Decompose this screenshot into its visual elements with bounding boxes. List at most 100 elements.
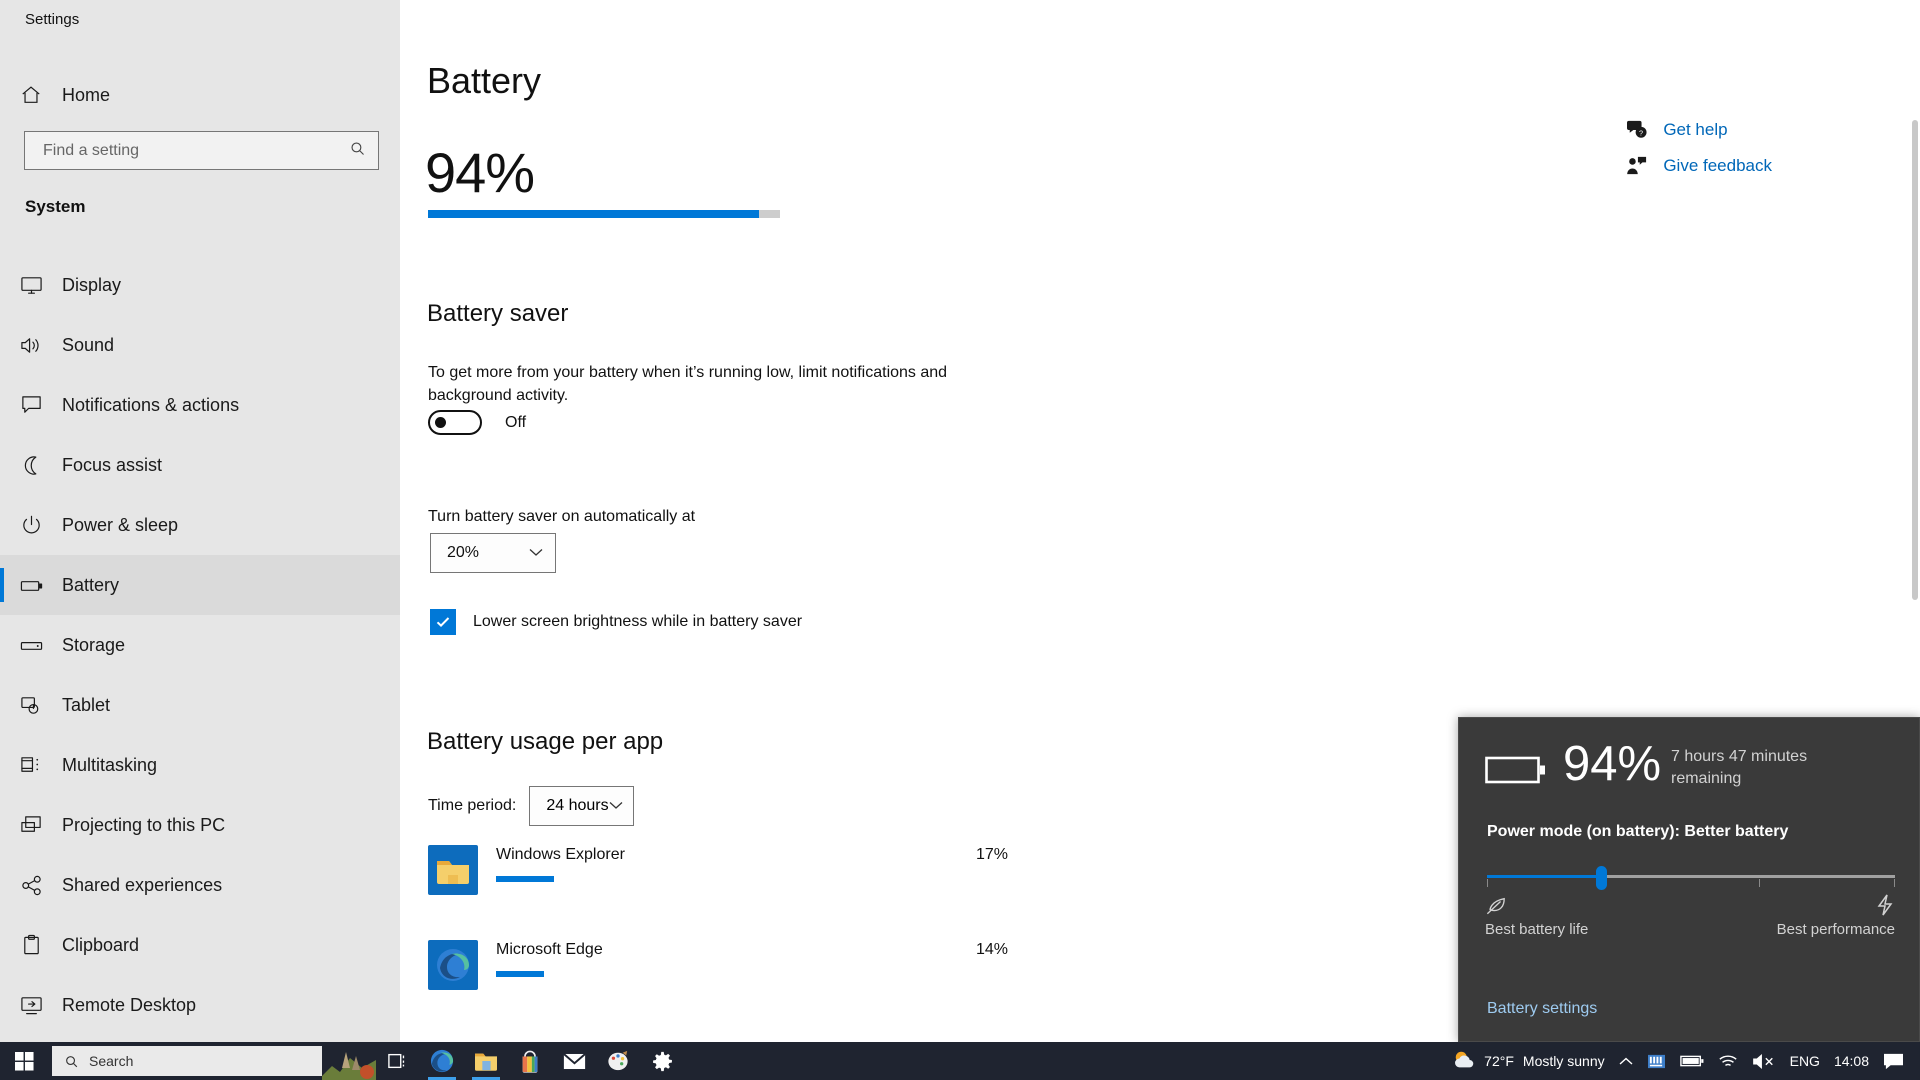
search-icon: [349, 140, 366, 162]
taskbar-file-explorer[interactable]: [464, 1042, 508, 1080]
settings-window: Settings Home Find a setting System Disp…: [0, 0, 1920, 1080]
moon-icon: [0, 454, 62, 477]
sidebar-item-focus-assist[interactable]: Focus assist: [0, 435, 400, 495]
sidebar-item-storage[interactable]: Storage: [0, 615, 400, 675]
search-input[interactable]: Find a setting: [24, 131, 379, 170]
sidebar-item-label: Remote Desktop: [62, 994, 197, 1015]
onedrive-icon[interactable]: [1640, 1042, 1673, 1080]
lower-brightness-label: Lower screen brightness while in battery…: [473, 613, 803, 630]
language-indicator[interactable]: ENG: [1783, 1042, 1827, 1080]
time-period-dropdown[interactable]: 24 hours: [529, 786, 634, 826]
battery-flyout: 94% 7 hours 47 minutes remaining Power m…: [1458, 717, 1920, 1042]
slider-tick: [1759, 879, 1760, 887]
get-help-link[interactable]: ? Get help: [1619, 120, 1772, 140]
sidebar-item-shared-experiences[interactable]: Shared experiences: [0, 855, 400, 915]
language-label: ENG: [1789, 1053, 1820, 1069]
tablet-touch-icon: [0, 694, 62, 717]
system-tray: 72°F Mostly sunny ENG 14:08: [1445, 1042, 1920, 1080]
page-title: Battery: [427, 60, 542, 101]
give-feedback-label: Give feedback: [1663, 156, 1772, 175]
sidebar-item-label: Power & sleep: [62, 514, 179, 535]
sidebar-item-label: Focus assist: [62, 454, 163, 475]
battery-usage-heading: Battery usage per app: [427, 728, 664, 755]
taskbar-microsoft-store[interactable]: [508, 1042, 552, 1080]
time-period-label: Time period:: [428, 797, 517, 814]
sidebar-item-label: Projecting to this PC: [62, 814, 226, 835]
sidebar-item-notifications-actions[interactable]: Notifications & actions: [0, 375, 400, 435]
wifi-icon[interactable]: [1711, 1042, 1745, 1080]
slider-tick: [1487, 879, 1488, 887]
battery-percent-label: 94%: [425, 141, 535, 204]
battery-full-icon: [1485, 753, 1547, 792]
auto-threshold-dropdown[interactable]: 20%: [430, 533, 556, 573]
leaf-icon: [1485, 896, 1507, 921]
battery-tray-icon[interactable]: [1673, 1042, 1711, 1080]
give-feedback-link[interactable]: Give feedback: [1619, 156, 1772, 176]
app-usage-bar: [496, 876, 554, 882]
search-placeholder: Find a setting: [43, 141, 140, 159]
lightning-icon: [1875, 894, 1895, 921]
taskbar-wallpaper-peek: [322, 1042, 376, 1080]
battery-saver-toggle[interactable]: [428, 410, 482, 435]
sidebar-item-multitasking[interactable]: Multitasking: [0, 735, 400, 795]
sun-cloud-icon: [1452, 1049, 1476, 1074]
task-view-button[interactable]: [376, 1042, 420, 1080]
slider-fill: [1487, 875, 1602, 878]
taskbar-search-placeholder: Search: [89, 1053, 134, 1069]
taskbar-mail[interactable]: [552, 1042, 596, 1080]
slider-left-label: Best battery life: [1485, 921, 1589, 938]
monitor-icon: [0, 274, 62, 297]
battery-icon: [0, 574, 62, 597]
sidebar-item-label: Notifications & actions: [62, 394, 240, 415]
battery-settings-link[interactable]: Battery settings: [1487, 1000, 1597, 1018]
taskbar-search-input[interactable]: Search: [52, 1046, 322, 1076]
windows-start-icon[interactable]: [0, 1042, 48, 1080]
sidebar-item-clipboard[interactable]: Clipboard: [0, 915, 400, 975]
sidebar-nav: Display Sound Notifications & actions Focus…: [0, 255, 400, 1035]
slider-tick: [1894, 879, 1895, 887]
clock[interactable]: 14:08: [1827, 1042, 1876, 1080]
sidebar-item-home[interactable]: Home: [0, 72, 400, 118]
search-icon: [64, 1054, 79, 1069]
scrollbar-thumb[interactable]: [1912, 120, 1918, 600]
power-mode-slider[interactable]: [1487, 866, 1895, 890]
app-usage-row[interactable]: Windows Explorer 17%: [428, 845, 1008, 915]
lower-brightness-checkbox[interactable]: [430, 609, 456, 635]
app-usage-row[interactable]: Microsoft Edge 14%: [428, 940, 1008, 1010]
taskbar-paint[interactable]: [596, 1042, 640, 1080]
time-period-value: 24 hours: [546, 797, 609, 814]
edge-app-icon: [428, 940, 478, 990]
sidebar-item-label: Multitasking: [62, 754, 158, 775]
sidebar-section-header: System: [25, 197, 86, 216]
auto-threshold-label: Turn battery saver on automatically at: [428, 508, 696, 525]
chevron-down-icon: [609, 797, 623, 815]
toggle-knob: [435, 417, 446, 428]
show-hidden-icons-button[interactable]: [1612, 1042, 1640, 1080]
remote-desktop-icon: [0, 994, 62, 1017]
sidebar-item-label: Tablet: [62, 694, 111, 715]
power-icon: [0, 514, 62, 537]
taskbar-microsoft-edge[interactable]: [420, 1042, 464, 1080]
battery-saver-description: To get more from your battery when it’s …: [428, 364, 948, 405]
sidebar-item-label: Storage: [62, 634, 126, 655]
action-center-button[interactable]: [1876, 1042, 1920, 1080]
lower-brightness-row[interactable]: Lower screen brightness while in battery…: [430, 609, 802, 635]
sidebar-item-label: Battery: [62, 574, 120, 595]
volume-muted-icon[interactable]: [1745, 1042, 1783, 1080]
sidebar-item-tablet[interactable]: Tablet: [0, 675, 400, 735]
sidebar-item-display[interactable]: Display: [0, 255, 400, 315]
slider-thumb[interactable]: [1596, 866, 1608, 890]
battery-saver-toggle-row: Off: [428, 410, 526, 435]
taskbar-settings[interactable]: [640, 1042, 684, 1080]
svg-text:?: ?: [1639, 128, 1643, 137]
sidebar-item-power-sleep[interactable]: Power & sleep: [0, 495, 400, 555]
sidebar-item-remote-desktop[interactable]: Remote Desktop: [0, 975, 400, 1035]
slider-right-label: Best performance: [1776, 921, 1895, 938]
get-help-label: Get help: [1663, 120, 1728, 139]
weather-description: Mostly sunny: [1522, 1053, 1605, 1069]
sidebar-item-battery[interactable]: Battery: [0, 555, 400, 615]
sidebar-item-sound[interactable]: Sound: [0, 315, 400, 375]
weather-widget[interactable]: 72°F Mostly sunny: [1445, 1042, 1611, 1080]
folder-app-icon: [428, 845, 478, 895]
sidebar-item-projecting-to-this-pc[interactable]: Projecting to this PC: [0, 795, 400, 855]
